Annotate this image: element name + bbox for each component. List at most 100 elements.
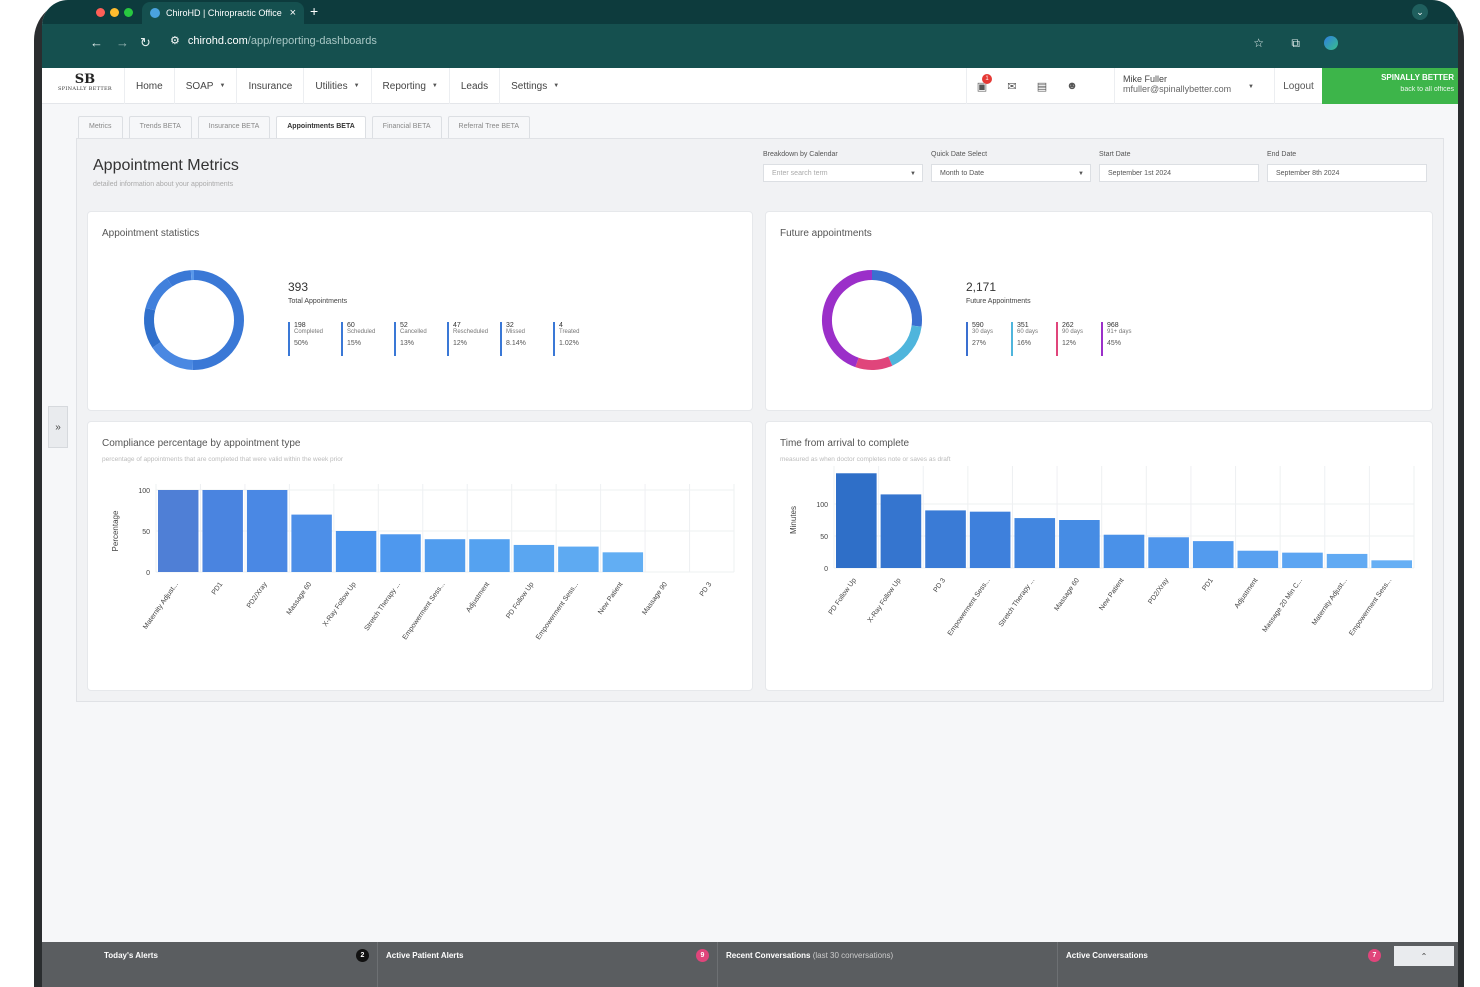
bar[interactable] [380,534,421,572]
minimize-window-icon[interactable] [110,8,119,17]
bar[interactable] [1148,537,1189,568]
start-date-input[interactable]: September 1st 2024 [1099,164,1259,182]
new-tab-icon[interactable]: + [310,3,318,19]
close-tab-icon[interactable]: × [290,7,296,19]
x-tick-label: Massage 20 Min C... [1262,577,1305,634]
url-path: /app/reporting-dashboards [247,34,377,47]
donut-segment[interactable] [888,325,922,366]
profile-avatar-icon[interactable] [1324,36,1338,50]
stat-value: 52 [400,322,408,329]
bar[interactable] [1371,560,1412,568]
donut-segment[interactable] [166,270,192,287]
site-settings-icon[interactable]: ⚙ [170,34,180,47]
bar[interactable] [1237,550,1279,568]
address-bar[interactable]: ⚙ chirohd.com/app/reporting-dashboards [170,34,377,48]
mail-icon[interactable]: ✉ [997,68,1027,104]
forward-icon[interactable]: → [116,35,129,50]
bar[interactable] [880,494,922,568]
donut-segment[interactable] [192,270,244,370]
x-tick-label: PD Follow Up [828,577,858,616]
stat-pct: 45% [1107,340,1122,347]
bar[interactable] [158,490,199,572]
bar[interactable] [513,544,555,572]
menu-item-home[interactable]: Home [124,68,174,104]
breakdown-select[interactable]: Enter search term ▼ [763,164,923,182]
y-axis-label: Minutes [789,506,798,534]
todays-alerts-badge: 2 [356,949,369,962]
logout-button[interactable]: Logout [1274,68,1322,104]
bookmark-star-icon[interactable]: ☆ [1253,36,1264,50]
browser-tab[interactable]: ChiroHD | Chiropractic Office × [142,2,304,24]
user-menu[interactable]: Mike Fuller mfuller@spinallybetter.com ▼ [1114,68,1274,104]
bar[interactable] [246,490,288,572]
logo[interactable]: SB SPINALLY BETTER [56,73,114,98]
reload-icon[interactable]: ↻ [140,35,151,51]
bar[interactable] [1282,552,1323,568]
bar[interactable] [1192,541,1234,568]
bar[interactable] [558,546,599,572]
expand-sidebar-icon[interactable]: » [48,406,68,448]
tab-search-icon[interactable]: ⌄ [1412,4,1428,20]
bar[interactable] [1103,534,1145,568]
maximize-window-icon[interactable] [124,8,133,17]
menu-item-soap[interactable]: SOAP ▼ [173,68,237,104]
y-tick-label: 0 [146,570,150,577]
tab-financial-beta[interactable]: Financial BETA [371,116,442,138]
donut-segment[interactable] [871,270,922,327]
bar[interactable] [335,531,377,572]
bar[interactable] [602,552,644,572]
donut-segment[interactable] [152,341,194,370]
stat-label: Missed [506,329,526,335]
x-tick-label: Empowerment Sess... [947,577,992,637]
donut-segment[interactable] [145,278,173,311]
tab-insurance-beta[interactable]: Insurance BETA [197,116,271,138]
bar[interactable] [1059,520,1100,568]
compliance-bar-chart: 0 50 100 Percentage Maternity Adjust... PD1 PD… [111,484,735,641]
bar[interactable] [424,539,466,572]
donut-segment[interactable] [855,356,893,370]
future-appointments-label: Future Appointments [966,298,1031,305]
stat-label: Rescheduled [453,329,489,335]
quick-date-select[interactable]: Month to Date ▼ [931,164,1091,182]
bar[interactable] [925,510,966,568]
office-switcher[interactable]: SPINALLY BETTER back to all offices [1322,68,1458,104]
chevron-down-icon: ▼ [553,83,560,89]
back-icon[interactable]: ← [90,35,103,50]
tab-referral-tree-beta[interactable]: Referral Tree BETA [447,116,531,138]
quick-date-filter: Quick Date Select Month to Date ▼ [931,151,1091,182]
donut-segment[interactable] [822,270,873,368]
bar[interactable] [969,511,1011,568]
bar[interactable] [291,514,332,572]
end-date-input[interactable]: September 8th 2024 [1267,164,1427,182]
recent-conversations-tab[interactable]: Recent Conversations (last 30 conversati… [718,942,1058,987]
active-patient-alerts-tab[interactable]: Active Patient Alerts 9 [378,942,718,987]
donut-segment[interactable] [144,307,161,348]
close-window-icon[interactable] [96,8,105,17]
bar[interactable] [1014,518,1056,568]
active-conversations-tab[interactable]: Active Conversations 7 ⌃ [1058,942,1458,987]
users-icon[interactable]: ☻ [1057,68,1087,104]
document-icon[interactable]: ▤ [1027,68,1057,104]
menu-item-reporting[interactable]: Reporting ▼ [370,68,449,104]
stat-pct: 8.14% [506,340,526,347]
collapse-panel-icon[interactable]: ⌃ [1394,946,1454,966]
menu-item-leads[interactable]: Leads [448,68,499,104]
tab-appointments-beta[interactable]: Appointments BETA [276,116,366,138]
bar[interactable] [1326,553,1368,568]
end-date-label: End Date [1267,151,1297,158]
menu-item-insurance[interactable]: Insurance [236,68,303,104]
bar[interactable] [469,539,510,572]
menu-item-settings[interactable]: Settings ▼ [499,68,570,104]
menu-item-label: Settings [511,80,548,92]
x-tick-label: PD2/Xray [1147,577,1170,606]
stat-label: Cancelled [400,329,427,335]
menu-item-utilities[interactable]: Utilities ▼ [303,68,370,104]
extensions-icon[interactable]: ⧉ [1291,36,1300,51]
notifications-icon[interactable]: ▣ 1 [967,68,997,104]
bar[interactable] [836,473,877,568]
todays-alerts-tab[interactable]: Today's Alerts 2 [42,942,378,987]
back-to-offices-link[interactable]: back to all offices [1322,86,1454,93]
tab-trends-beta[interactable]: Trends BETA [128,116,192,138]
bar[interactable] [202,490,243,572]
tab-metrics[interactable]: Metrics [78,116,123,138]
